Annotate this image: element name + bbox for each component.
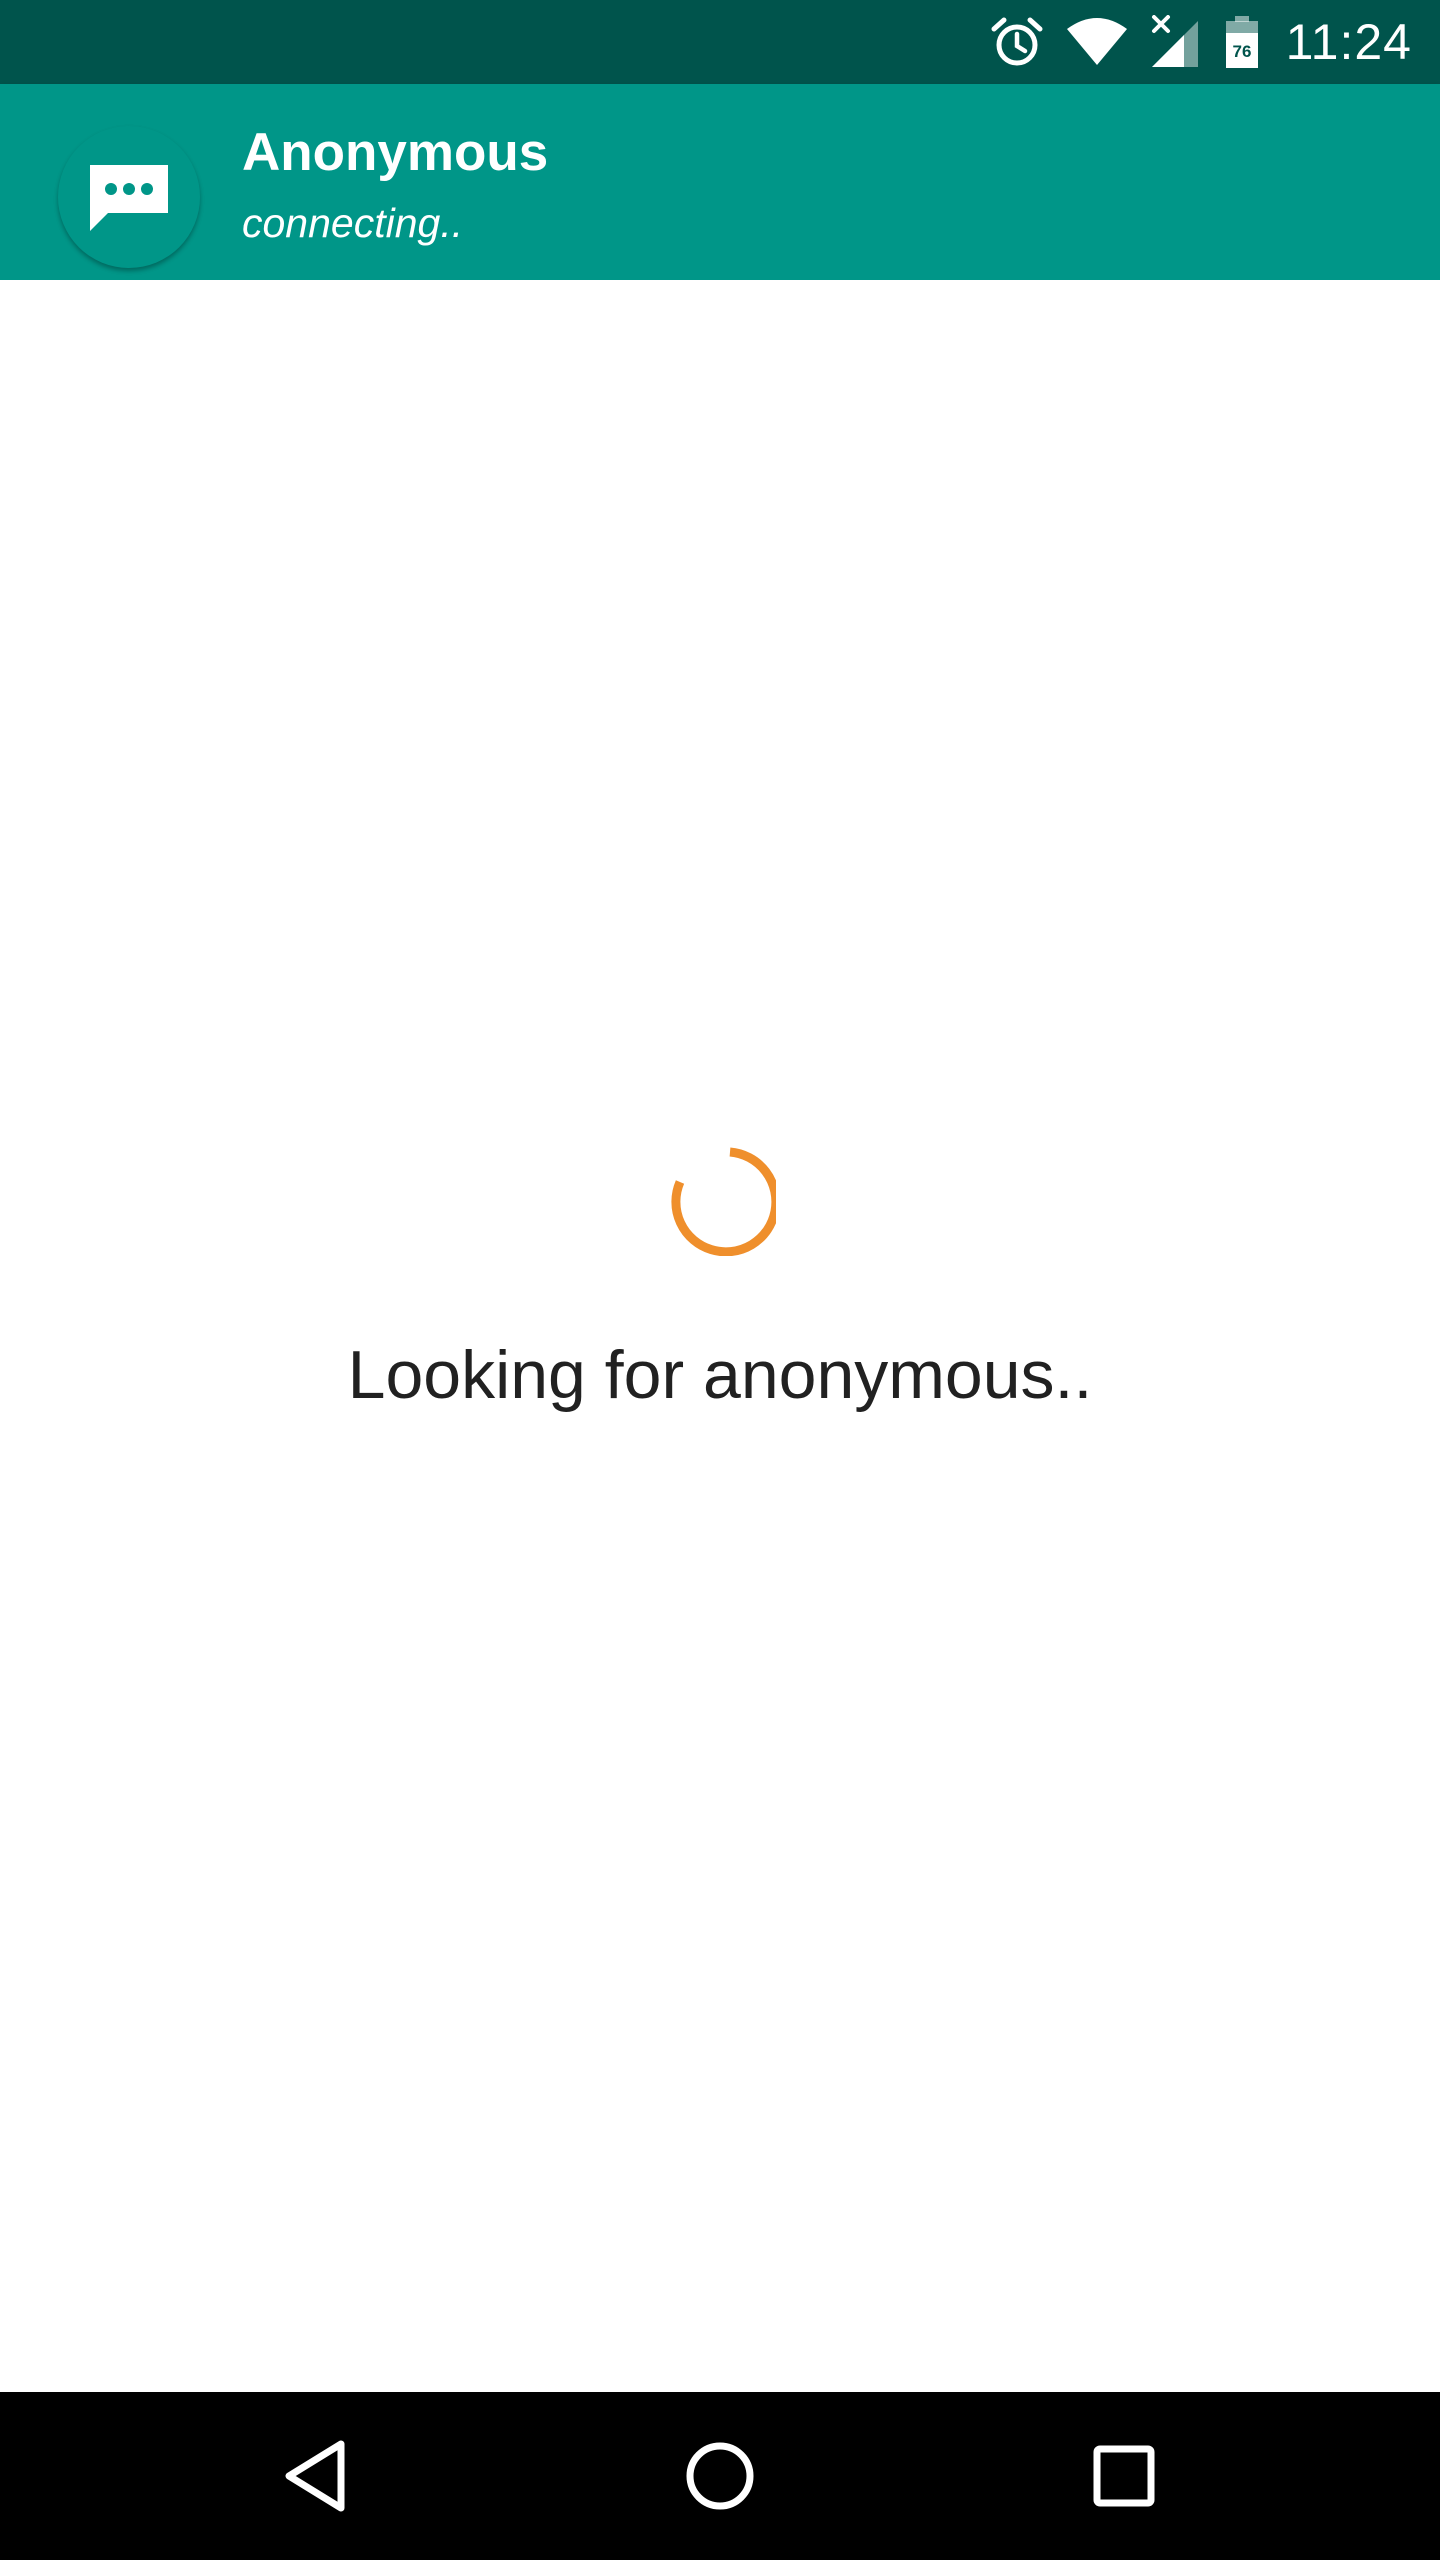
cell-signal-icon [1150, 15, 1202, 69]
app-title: Anonymous [242, 123, 549, 182]
loading-message: Looking for anonymous.. [347, 1337, 1093, 1413]
avatar[interactable] [58, 126, 200, 268]
home-icon [684, 2440, 756, 2512]
status-icons: 76 11:24 [968, 0, 1412, 84]
wifi-icon [1066, 17, 1128, 67]
battery-icon: 76 [1224, 15, 1260, 69]
home-button[interactable] [670, 2426, 770, 2526]
chat-bubble-icon [86, 161, 172, 233]
alarm-icon [990, 15, 1044, 69]
navigation-bar [0, 2392, 1440, 2560]
battery-level: 76 [1232, 42, 1251, 61]
back-button[interactable] [266, 2426, 366, 2526]
spinner-arc [671, 1147, 781, 1257]
connection-status: connecting.. [242, 200, 464, 246]
status-bar: 76 11:24 [0, 0, 1440, 84]
status-time: 11:24 [1285, 14, 1412, 70]
recents-icon [1092, 2444, 1156, 2508]
back-icon [281, 2438, 351, 2514]
app-bar: Anonymous connecting.. [0, 84, 1440, 280]
recents-button[interactable] [1074, 2426, 1174, 2526]
loading-spinner [666, 1146, 781, 1261]
